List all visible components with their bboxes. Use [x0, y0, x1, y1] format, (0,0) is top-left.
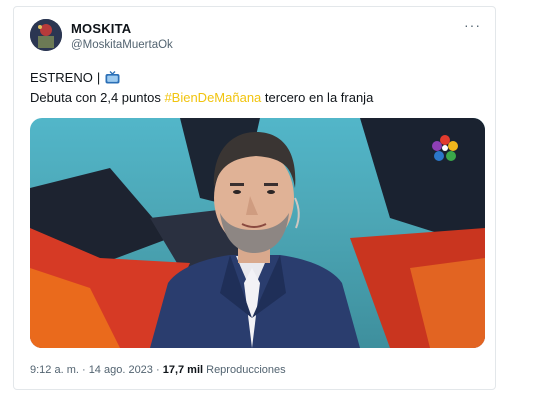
- display-name[interactable]: MOSKITA: [71, 21, 131, 36]
- views-count: 17,7 mil: [162, 364, 204, 376]
- tweet-text-start: Debuta con 2,4 puntos: [30, 90, 165, 105]
- tweet-text-line1: ESTRENO |: [30, 70, 120, 85]
- tweet-text-end: tercero en la franja: [261, 90, 374, 105]
- tweet-timestamp[interactable]: 9:12 a. m. · 14 ago. 2023 ·: [30, 364, 163, 376]
- tweet-metadata: 9:12 a. m. · 14 ago. 2023 · 17,7 mil Rep…: [30, 364, 286, 376]
- user-handle[interactable]: @MoskitaMuertaOk: [71, 39, 173, 51]
- hashtag-link[interactable]: #BienDeMañana: [164, 90, 261, 105]
- tweet-text-line2: Debuta con 2,4 puntos #BienDeMañana terc…: [30, 90, 373, 105]
- television-icon: [105, 71, 120, 84]
- tweet-headline: ESTRENO: [30, 70, 93, 85]
- text-separator: |: [96, 70, 101, 85]
- avatar[interactable]: [30, 19, 62, 51]
- views-label: Reproducciones: [203, 364, 286, 376]
- tweet-video[interactable]: [30, 118, 485, 348]
- more-options-icon[interactable]: ···: [464, 17, 481, 33]
- tweet-card[interactable]: MOSKITA @MoskitaMuertaOk ··· ESTRENO | D…: [13, 6, 496, 390]
